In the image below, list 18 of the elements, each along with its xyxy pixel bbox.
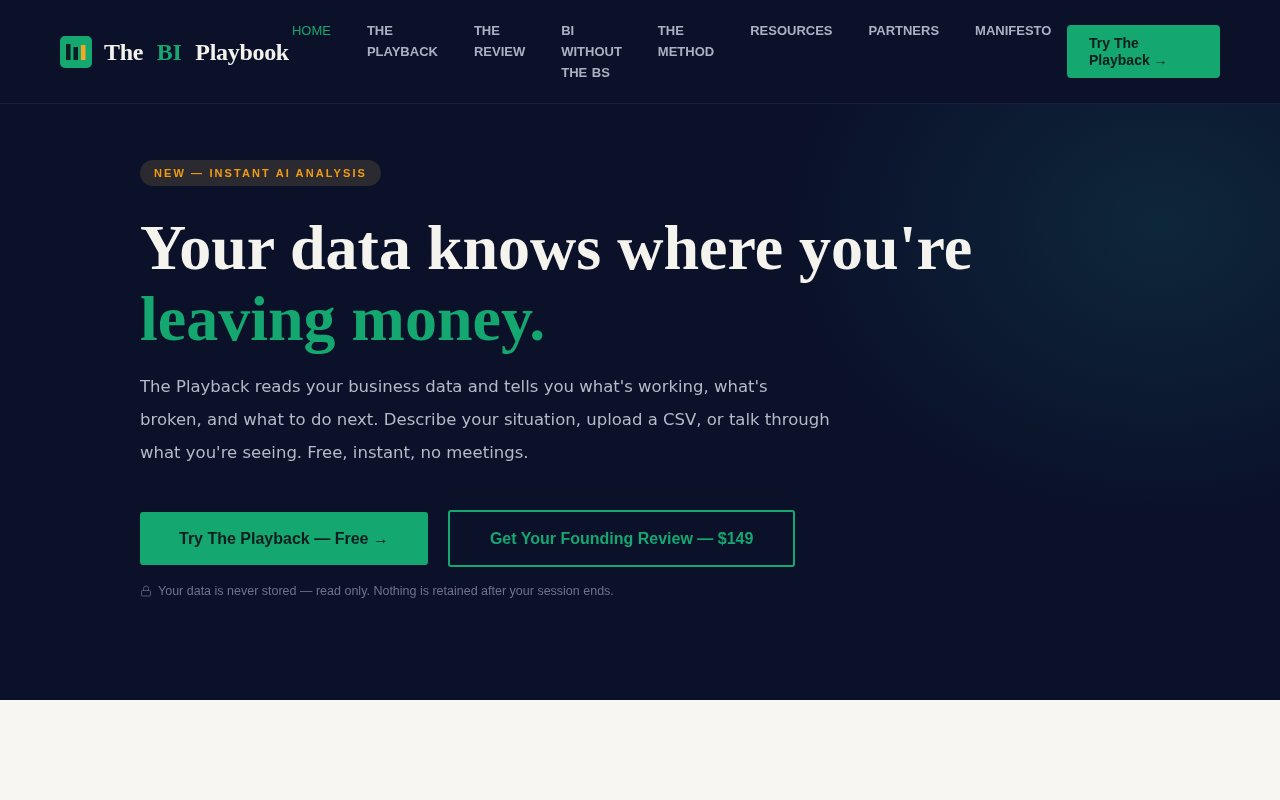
privacy-note: Your data is never stored — read only. Nothing is retained after your session ends.: [158, 584, 614, 598]
bar-chart-logo-icon: [60, 36, 92, 68]
lock-icon: [140, 585, 152, 597]
cta-button[interactable]: Try The Playback →: [1067, 25, 1220, 78]
hero-description: The Playback reads your business data and tells you what's working, what's broken, and what to do next. Describe your situation, upload a CSV, or talk through what you're seeing. Free, instant, no meetings.: [140, 376, 831, 464]
founding-review-button[interactable]: Get Your Founding Review — $149: [447, 510, 796, 567]
nav-link[interactable]: MANIFESTO: [975, 20, 1052, 83]
try-free-button[interactable]: Try The Playback — Free →: [140, 512, 428, 565]
announcement-pill: NEW — INSTANT AI ANALYSIS: [140, 160, 382, 186]
nav-link[interactable]: PARTNERS: [868, 20, 940, 83]
nav-link[interactable]: THE REVIEW: [473, 20, 526, 83]
logo-text[interactable]: The BI Playbook: [104, 38, 289, 66]
nav-link[interactable]: THE METHOD: [657, 20, 715, 83]
hero-headline: Your data knows where you're leaving money.: [140, 212, 973, 354]
nav-link[interactable]: HOME: [291, 20, 331, 83]
nav-link[interactable]: THE PLAYBACK: [366, 20, 438, 83]
nav-link[interactable]: BI WITHOUT THE BS: [561, 20, 622, 83]
nav-link[interactable]: RESOURCES: [750, 20, 833, 83]
